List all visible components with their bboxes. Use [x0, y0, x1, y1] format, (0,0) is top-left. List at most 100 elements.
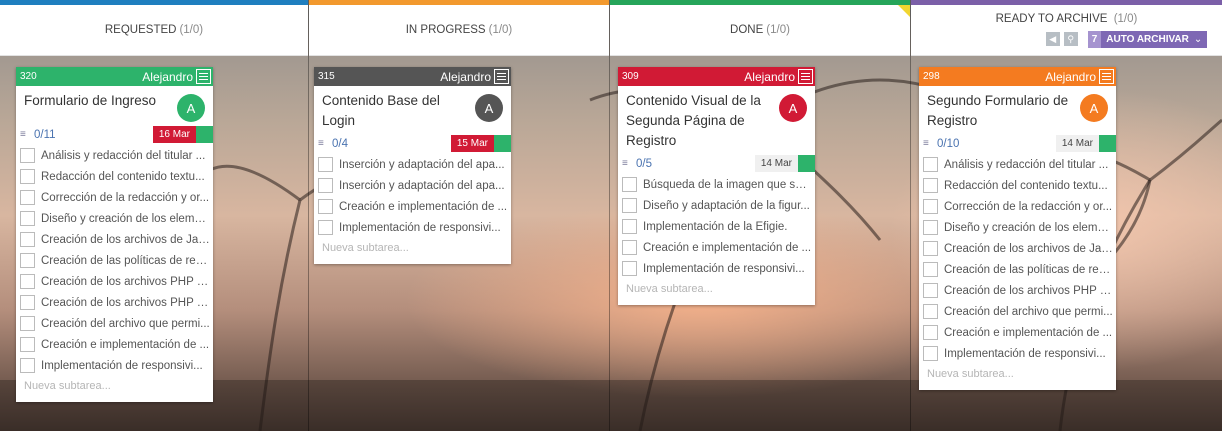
avatar[interactable]: A — [779, 94, 807, 122]
subtask-checkbox[interactable] — [923, 325, 938, 340]
subtask-checkbox[interactable] — [318, 220, 333, 235]
subtask-label[interactable]: Búsqueda de la imagen que se ... — [643, 179, 812, 191]
new-subtask-input[interactable]: Nueva subtarea... — [618, 279, 815, 305]
subtask-label[interactable]: Implementación de la Efigie. — [643, 221, 787, 233]
subtask-checkbox[interactable] — [20, 253, 35, 268]
subtask-checkbox[interactable] — [923, 283, 938, 298]
subtask-label[interactable]: Creación de las políticas de res... — [944, 264, 1113, 276]
subtask-checkbox[interactable] — [622, 219, 637, 234]
progress-count[interactable]: 0/11 — [34, 129, 153, 141]
subtask-checkbox[interactable] — [923, 241, 938, 256]
subtask-label[interactable]: Corrección de la redacción y or... — [41, 192, 209, 204]
subtask-label[interactable]: Implementación de responsivi... — [643, 263, 805, 275]
subtask-label[interactable]: Creación de los archivos PHP q... — [944, 285, 1113, 297]
arrow-icon[interactable]: ◀ — [1045, 32, 1060, 46]
subtask-checkbox[interactable] — [923, 304, 938, 319]
subtask-label[interactable]: Implementación de responsivi... — [41, 360, 203, 372]
card-owner[interactable]: Alejandro — [142, 70, 193, 84]
new-subtask-input[interactable]: Nueva subtarea... — [16, 376, 213, 402]
subtask-label[interactable]: Creación de las políticas de res... — [41, 255, 210, 267]
column-header-done[interactable]: DONE (1/0) — [610, 0, 910, 56]
subtask-label[interactable]: Corrección de la redacción y or... — [944, 201, 1112, 213]
subtask-label[interactable]: Diseño y creación de los eleme... — [41, 213, 210, 225]
subtask-label[interactable]: Análisis y redacción del titular ... — [41, 150, 205, 162]
subtask-checkbox[interactable] — [318, 178, 333, 193]
hamburger-menu-icon[interactable] — [494, 69, 509, 84]
progress-count[interactable]: 0/5 — [636, 158, 755, 170]
subtask-label[interactable]: Inserción y adaptación del apa... — [339, 159, 505, 171]
subtask-checkbox[interactable] — [923, 220, 938, 235]
subtask-label[interactable]: Creación de los archivos de Jav... — [41, 234, 210, 246]
subtask-label[interactable]: Análisis y redacción del titular ... — [944, 159, 1108, 171]
card-title[interactable]: Contenido Visual de la Segunda Página de… — [626, 91, 776, 151]
hamburger-menu-icon[interactable] — [798, 69, 813, 84]
due-date-badge[interactable]: 15 Mar — [450, 135, 494, 152]
column-header-requested[interactable]: REQUESTED (1/0) — [0, 0, 308, 56]
subtask-checkbox[interactable] — [923, 157, 938, 172]
subtask-checkbox[interactable] — [923, 346, 938, 361]
subtask-checkbox[interactable] — [20, 211, 35, 226]
subtask-label[interactable]: Redacción del contenido textu... — [41, 171, 205, 183]
subtask-label[interactable]: Implementación de responsivi... — [944, 348, 1106, 360]
subtask-label[interactable]: Creación e implementación de ... — [643, 242, 811, 254]
subtask-checkbox[interactable] — [622, 177, 637, 192]
subtask-label[interactable]: Diseño y creación de los eleme... — [944, 222, 1113, 234]
subtask-label[interactable]: Redacción del contenido textu... — [944, 180, 1108, 192]
card-owner[interactable]: Alejandro — [440, 70, 491, 84]
subtask-checkbox[interactable] — [923, 262, 938, 277]
subtask-checkbox[interactable] — [318, 157, 333, 172]
task-card[interactable]: 320 Alejandro Formulario de Ingreso A ≡ … — [16, 67, 213, 402]
subtask-label[interactable]: Implementación de responsivi... — [339, 222, 501, 234]
progress-count[interactable]: 0/4 — [332, 138, 451, 150]
card-title[interactable]: Formulario de Ingreso — [24, 91, 174, 122]
hamburger-menu-icon[interactable] — [196, 69, 211, 84]
subtask-checkbox[interactable] — [20, 274, 35, 289]
subtask-label[interactable]: Creación del archivo que permi... — [944, 306, 1113, 318]
new-subtask-input[interactable]: Nueva subtarea... — [919, 364, 1116, 390]
subtask-checkbox[interactable] — [20, 148, 35, 163]
card-owner[interactable]: Alejandro — [1045, 70, 1096, 84]
subtask-checkbox[interactable] — [20, 169, 35, 184]
task-card[interactable]: 309 Alejandro Contenido Visual de la Seg… — [618, 67, 815, 305]
due-date-badge[interactable]: 16 Mar — [152, 126, 196, 143]
subtask-label[interactable]: Creación del archivo que permi... — [41, 318, 210, 330]
subtask-checkbox[interactable] — [923, 178, 938, 193]
subtask-checkbox[interactable] — [20, 295, 35, 310]
subtask-label[interactable]: Inserción y adaptación del apa... — [339, 180, 505, 192]
subtask-checkbox[interactable] — [318, 199, 333, 214]
subtask-checkbox[interactable] — [923, 199, 938, 214]
subtask-checkbox[interactable] — [20, 316, 35, 331]
task-card[interactable]: 315 Alejandro Contenido Base del Login A… — [314, 67, 511, 264]
card-title[interactable]: Segundo Formulario de Registro — [927, 91, 1077, 131]
subtask-label[interactable]: Creación de los archivos de Jav... — [944, 243, 1113, 255]
subtask-label[interactable]: Diseño y adaptación de la figur... — [643, 200, 810, 212]
avatar[interactable]: A — [1080, 94, 1108, 122]
due-date-badge[interactable]: 14 Mar — [754, 155, 798, 172]
subtask-checkbox[interactable] — [622, 198, 637, 213]
subtask-label[interactable]: Creación e implementación de ... — [41, 339, 209, 351]
subtask-checkbox[interactable] — [622, 240, 637, 255]
subtask-label[interactable]: Creación e implementación de ... — [339, 201, 507, 213]
search-icon[interactable]: ⚲ — [1063, 32, 1078, 46]
card-owner[interactable]: Alejandro — [744, 70, 795, 84]
column-header-in-progress[interactable]: IN PROGRESS (1/0) — [309, 0, 609, 56]
auto-archive-dropdown[interactable]: 7 AUTO ARCHIVAR ⌄ — [1087, 30, 1208, 48]
progress-count[interactable]: 0/10 — [937, 138, 1056, 150]
card-title[interactable]: Contenido Base del Login — [322, 91, 472, 131]
subtask-label[interactable]: Creación e implementación de ... — [944, 327, 1112, 339]
avatar[interactable]: A — [475, 94, 503, 122]
subtask-checkbox[interactable] — [20, 358, 35, 373]
hamburger-menu-icon[interactable] — [1099, 69, 1114, 84]
subtask-checkbox[interactable] — [622, 261, 637, 276]
avatar[interactable]: A — [177, 94, 205, 122]
due-date-badge[interactable]: 14 Mar — [1055, 135, 1099, 152]
column-header-ready-to-archive[interactable]: READY TO ARCHIVE (1/0) ◀ ⚲ 7 AUTO ARCHIV… — [911, 0, 1222, 56]
new-subtask-input[interactable]: Nueva subtarea... — [314, 238, 511, 264]
subtask-label[interactable]: Creación de los archivos PHP q... — [41, 297, 210, 309]
task-card[interactable]: 298 Alejandro Segundo Formulario de Regi… — [919, 67, 1116, 390]
card-id: 309 — [622, 71, 639, 82]
subtask-label[interactable]: Creación de los archivos PHP q... — [41, 276, 210, 288]
subtask-checkbox[interactable] — [20, 232, 35, 247]
subtask-checkbox[interactable] — [20, 337, 35, 352]
subtask-checkbox[interactable] — [20, 190, 35, 205]
